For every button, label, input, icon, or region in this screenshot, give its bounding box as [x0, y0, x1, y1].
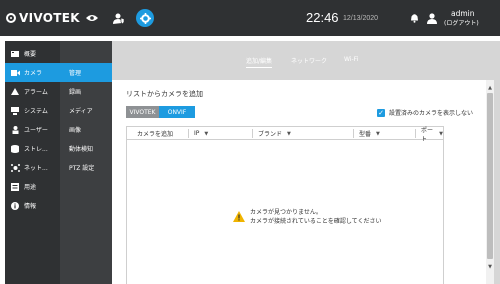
usage-icon — [10, 182, 20, 191]
subnav-item-image[interactable]: 画像 — [60, 120, 112, 139]
chevron-down-icon: ▼ — [376, 130, 380, 137]
sidebar-item-camera[interactable]: カメラ — [5, 63, 60, 82]
sidebar-item-usage[interactable]: 用途 — [5, 177, 60, 196]
camera-icon — [10, 69, 20, 76]
logo-mark-icon — [6, 13, 16, 23]
chevron-down-icon: ▼ — [204, 130, 209, 137]
column-ip[interactable]: IP ▼ — [194, 127, 208, 140]
subnav-item-motion-detection[interactable]: 動体検知 — [60, 139, 112, 158]
scrollbar-thumb[interactable] — [487, 93, 493, 259]
gear-icon[interactable] — [136, 9, 154, 27]
scroll-up-icon[interactable]: ▲ — [486, 85, 494, 91]
clock-time: 22:46 — [306, 10, 339, 25]
sidebar-item-label: ネット... — [24, 165, 48, 172]
system-icon — [10, 106, 20, 115]
column-divider — [252, 129, 253, 138]
sidebar-item-info[interactable]: 情報 — [5, 196, 60, 215]
panel-title: リストからカメラを追加 — [126, 90, 203, 98]
column-model[interactable]: 型番 ▼ — [359, 127, 380, 140]
sidebar-item-label: アラーム — [24, 89, 48, 96]
logout-link[interactable]: (ログアウト) — [444, 18, 479, 27]
vertical-scrollbar[interactable]: ▲ ▼ — [486, 80, 494, 284]
tab-wifi[interactable]: Wi-Fi — [344, 56, 358, 63]
column-brand[interactable]: ブランド ▼ — [258, 127, 291, 140]
sidebar-item-label: 概要 — [24, 51, 37, 58]
sidebar-item-user[interactable]: ユーザー — [5, 120, 60, 139]
checkbox-label: 設置済みのカメラを表示しない — [389, 110, 474, 117]
user-shield-icon[interactable] — [110, 9, 128, 27]
main-sidebar: 概要 カメラ アラーム システム ユーザー ストレ... ネット... 用途 情… — [5, 41, 60, 284]
column-divider — [353, 129, 354, 138]
column-label: 型番 — [359, 131, 372, 138]
chevron-down-icon: ▼ — [287, 130, 291, 137]
empty-message-line2: カメラが接続されていることを確認してください — [250, 218, 382, 225]
hide-installed-option[interactable]: ✓ 設置済みのカメラを表示しない — [377, 108, 473, 117]
sidebar-item-overview[interactable]: 概要 — [5, 44, 60, 63]
logo-text: VIVOTEK — [19, 11, 80, 25]
camera-table: カメラを追加 IP ▼ ブランド ▼ 型番 ▼ ポート ▼ — [126, 126, 444, 284]
subnav-item-ptz-settings[interactable]: PTZ 設定 — [60, 158, 112, 177]
empty-state: カメラが見つかりません。 カメラが接続されていることを確認してください — [233, 208, 381, 226]
vivotek-source-button[interactable]: VIVOTEK — [126, 106, 159, 118]
sidebar-item-system[interactable]: システム — [5, 101, 60, 120]
info-icon — [10, 201, 20, 210]
sidebar-item-label: 用途 — [24, 184, 37, 191]
storage-icon — [10, 144, 20, 153]
eye-icon[interactable] — [83, 9, 101, 27]
scroll-down-icon[interactable]: ▼ — [486, 264, 494, 270]
column-port[interactable]: ポート ▼ — [421, 126, 443, 143]
onvif-source-button[interactable]: ONVIF — [159, 106, 195, 118]
sidebar-item-alarm[interactable]: アラーム — [5, 82, 60, 101]
warning-icon — [233, 210, 245, 224]
bell-icon[interactable] — [405, 9, 423, 27]
column-label: ブランド — [258, 131, 283, 138]
column-divider — [188, 129, 189, 138]
sidebar-item-label: 情報 — [24, 203, 37, 210]
empty-message-line1: カメラが見つかりません。 — [250, 209, 322, 216]
sidebar-item-network[interactable]: ネット... — [5, 158, 60, 177]
sidebar-item-label: システム — [24, 108, 48, 115]
alarm-icon — [10, 88, 20, 95]
column-label: カメラを追加 — [137, 131, 174, 138]
checkbox-checked-icon[interactable]: ✓ — [377, 108, 385, 117]
subnav-item-manage[interactable]: 管理 — [60, 63, 112, 82]
table-header: カメラを追加 IP ▼ ブランド ▼ 型番 ▼ ポート ▼ — [127, 126, 443, 143]
subnav-item-media[interactable]: メディア — [60, 101, 112, 120]
sidebar-item-storage[interactable]: ストレ... — [5, 139, 60, 158]
person-icon[interactable] — [423, 9, 441, 27]
sidebar-item-label: カメラ — [24, 70, 43, 77]
tab-add-edit[interactable]: 追加/編集 — [246, 56, 273, 68]
top-bar: VIVOTEK 22:46 12/13/2020 admin (ログアウト) — [0, 0, 500, 36]
logo: VIVOTEK — [6, 10, 80, 26]
sidebar-item-label: ストレ... — [24, 146, 48, 153]
network-icon — [10, 163, 20, 172]
camera-subnav: 管理 録画 メディア 画像 動体検知 PTZ 設定 — [60, 41, 112, 284]
sidebar-item-label: ユーザー — [24, 127, 48, 134]
tab-network[interactable]: ネットワーク — [291, 56, 327, 65]
column-add-camera[interactable]: カメラを追加 — [137, 127, 173, 140]
subnav-item-recording[interactable]: 録画 — [60, 82, 112, 101]
column-label: ポート — [421, 126, 434, 143]
column-label: IP — [194, 130, 200, 137]
column-divider — [415, 129, 416, 138]
user-icon — [10, 125, 20, 134]
overview-icon — [10, 50, 20, 57]
user-name: admin — [451, 9, 475, 18]
chevron-down-icon: ▼ — [439, 130, 443, 137]
clock-date: 12/13/2020 — [343, 15, 379, 22]
